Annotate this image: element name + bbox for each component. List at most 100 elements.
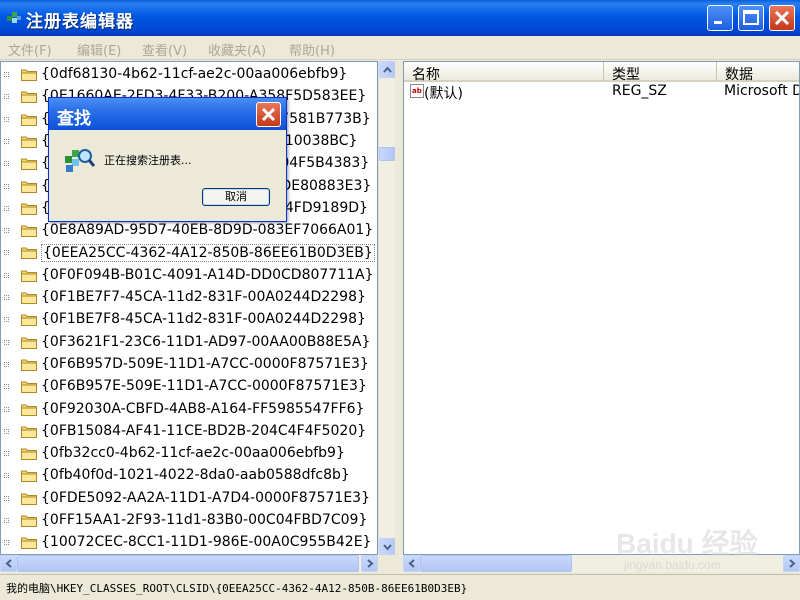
expand-toggle-icon[interactable] bbox=[4, 272, 9, 278]
title-bar[interactable]: 注册表编辑器 bbox=[0, 0, 800, 36]
watermark-url: jingyan.baidu.com bbox=[624, 558, 721, 572]
tree-item[interactable]: {10072CEC-8CC1-11D1-986E-00A0C955B42E} bbox=[1, 532, 377, 554]
tree-item[interactable]: {0EEA25CC-4362-4A12-850B-86EE61B0D3EB} bbox=[1, 242, 377, 264]
menu-help[interactable]: 帮助(H) bbox=[289, 40, 335, 59]
expand-toggle-icon[interactable] bbox=[4, 317, 9, 323]
expand-toggle-icon[interactable] bbox=[4, 94, 9, 100]
close-icon bbox=[774, 10, 790, 26]
scroll-thumb[interactable] bbox=[379, 147, 396, 161]
pane-splitter[interactable] bbox=[395, 61, 403, 572]
tree-item[interactable]: {0F1BE7F8-45CA-11d2-831F-00A0244D2298} bbox=[1, 309, 377, 331]
folder-icon bbox=[21, 270, 37, 282]
tree-item-label: {0fb32cc0-4b62-11cf-ae2c-00aa006ebfb9} bbox=[41, 445, 345, 462]
list-scroll-left-button[interactable] bbox=[403, 555, 420, 572]
column-header-type[interactable]: 类型 bbox=[604, 62, 717, 83]
menu-edit[interactable]: 编辑(E) bbox=[77, 40, 121, 59]
tree-item[interactable]: {0F6B957E-509E-11D1-A7CC-0000F87571E3} bbox=[1, 376, 377, 398]
expand-toggle-icon[interactable] bbox=[4, 295, 9, 300]
menu-file[interactable]: 文件(F) bbox=[8, 40, 52, 59]
tree-vertical-scrollbar[interactable] bbox=[378, 61, 396, 555]
cancel-button[interactable]: 取消 bbox=[202, 188, 270, 206]
horizontal-scroll-thumb[interactable] bbox=[17, 555, 359, 572]
tree-item[interactable]: {0FB15084-AF41-11CE-BD2B-204C4F4F5020} bbox=[1, 421, 377, 443]
value-list-pane[interactable]: 名称 类型 数据 ab (默认) REG_SZ Microsoft D bbox=[403, 61, 800, 555]
tree-item-label: {0EEA25CC-4362-4A12-850B-86EE61B0D3EB} bbox=[41, 244, 375, 263]
maximize-button[interactable] bbox=[738, 5, 764, 31]
folder-icon bbox=[21, 359, 37, 371]
tree-item[interactable]: {0fb32cc0-4b62-11cf-ae2c-00aa006ebfb9} bbox=[1, 443, 377, 465]
tree-horizontal-scrollbar[interactable] bbox=[0, 555, 378, 572]
value-data: Microsoft D bbox=[724, 83, 800, 99]
tree-item[interactable]: {0F0F094B-B01C-4091-A14D-DD0CD807711A} bbox=[1, 265, 377, 287]
menu-bar: 文件(F) 编辑(E) 查看(V) 收藏夹(A) 帮助(H) bbox=[0, 36, 800, 60]
tree-item-label: {0E8A89AD-95D7-40EB-8D9D-083EF7066A01} bbox=[41, 222, 374, 239]
folder-icon bbox=[21, 515, 37, 527]
menu-view[interactable]: 查看(V) bbox=[142, 40, 187, 59]
list-horizontal-scroll-thumb[interactable] bbox=[420, 555, 572, 572]
folder-icon bbox=[21, 91, 37, 104]
tree-item[interactable]: {0E8A89AD-95D7-40EB-8D9D-083EF7066A01} bbox=[1, 220, 377, 242]
folder-icon bbox=[21, 114, 37, 126]
expand-toggle-icon[interactable] bbox=[4, 518, 9, 523]
expand-toggle-icon[interactable] bbox=[4, 339, 9, 345]
expand-toggle-icon[interactable] bbox=[4, 228, 9, 234]
tree-item[interactable]: {0F92030A-CBFD-4AB8-A164-FF5985547FF6} bbox=[1, 399, 377, 421]
expand-toggle-icon[interactable] bbox=[4, 473, 9, 479]
dialog-title-bar[interactable]: 查找 bbox=[49, 98, 286, 130]
folder-icon bbox=[21, 404, 37, 416]
tree-item-label: {0df68130-4b62-11cf-ae2c-00aa006ebfb9} bbox=[41, 66, 348, 82]
tree-item[interactable]: {0FF15AA1-2F93-11d1-83B0-00C04FBD7C09} bbox=[1, 510, 377, 532]
dialog-close-button[interactable] bbox=[256, 102, 281, 127]
tree-item-label: {0F6B957D-509E-11D1-A7CC-0000F87571E3} bbox=[41, 355, 369, 372]
tree-item[interactable]: {0F1BE7F7-45CA-11d2-831F-00A0244D2298} bbox=[1, 287, 377, 309]
chevron-up-icon bbox=[383, 66, 392, 73]
column-header-name[interactable]: 名称 bbox=[404, 62, 604, 83]
scroll-down-button[interactable] bbox=[379, 538, 396, 555]
folder-icon bbox=[21, 470, 37, 483]
folder-icon bbox=[21, 426, 37, 438]
tree-item-label: {0F1BE7F8-45CA-11d2-831F-00A0244D2298} bbox=[41, 311, 366, 328]
expand-toggle-icon[interactable] bbox=[4, 72, 9, 77]
dialog-message: 正在搜索注册表... bbox=[104, 154, 192, 167]
expand-toggle-icon[interactable] bbox=[4, 138, 9, 144]
minimize-button[interactable] bbox=[707, 5, 733, 31]
folder-icon bbox=[21, 537, 37, 550]
folder-icon bbox=[21, 181, 37, 193]
expand-toggle-icon[interactable] bbox=[4, 205, 9, 211]
tree-item[interactable]: {0F3621F1-23C6-11D1-AD97-00AA00B88E5A} bbox=[1, 332, 377, 354]
expand-toggle-icon[interactable] bbox=[4, 495, 9, 501]
chevron-left-icon bbox=[408, 559, 415, 568]
expand-toggle-icon[interactable] bbox=[4, 361, 9, 367]
expand-toggle-icon[interactable] bbox=[4, 451, 9, 457]
expand-toggle-icon[interactable] bbox=[4, 540, 9, 546]
chevron-down-icon bbox=[383, 544, 392, 551]
expand-toggle-icon[interactable] bbox=[4, 183, 9, 189]
tree-item[interactable]: {0fb40f0d-1021-4022-8da0-aab0588dfc8b} bbox=[1, 465, 377, 487]
expand-toggle-icon[interactable] bbox=[4, 428, 9, 434]
scroll-right-button[interactable] bbox=[361, 555, 378, 572]
folder-icon bbox=[21, 136, 37, 148]
folder-icon bbox=[21, 69, 37, 81]
expand-toggle-icon[interactable] bbox=[4, 250, 9, 256]
tree-item[interactable]: {0df68130-4b62-11cf-ae2c-00aa006ebfb9} bbox=[1, 64, 377, 86]
svg-text:ab: ab bbox=[412, 87, 422, 95]
folder-icon bbox=[21, 247, 37, 260]
value-name: (默认) bbox=[424, 86, 463, 102]
expand-toggle-icon[interactable] bbox=[4, 406, 9, 412]
dialog-title: 查找 bbox=[57, 109, 91, 129]
expand-toggle-icon[interactable] bbox=[4, 384, 9, 390]
registry-search-icon bbox=[65, 149, 95, 172]
expand-toggle-icon[interactable] bbox=[4, 116, 9, 122]
value-row[interactable]: ab (默认) REG_SZ Microsoft D bbox=[404, 82, 800, 102]
string-value-icon: ab bbox=[410, 84, 424, 98]
scroll-up-button[interactable] bbox=[379, 61, 396, 78]
expand-toggle-icon[interactable] bbox=[4, 161, 9, 167]
tree-item[interactable]: {0FDE5092-AA2A-11D1-A7D4-0000F87571E3} bbox=[1, 488, 377, 510]
tree-item-label: {0F1BE7F7-45CA-11d2-831F-00A0244D2298} bbox=[41, 289, 366, 305]
menu-favorites[interactable]: 收藏夹(A) bbox=[208, 40, 266, 59]
tree-item[interactable]: {0F6B957D-509E-11D1-A7CC-0000F87571E3} bbox=[1, 354, 377, 376]
scroll-left-button[interactable] bbox=[0, 555, 17, 572]
close-button[interactable] bbox=[769, 5, 795, 31]
tree-item-label: {0F6B957E-509E-11D1-A7CC-0000F87571E3} bbox=[41, 378, 367, 395]
column-header-data[interactable]: 数据 bbox=[717, 62, 799, 83]
